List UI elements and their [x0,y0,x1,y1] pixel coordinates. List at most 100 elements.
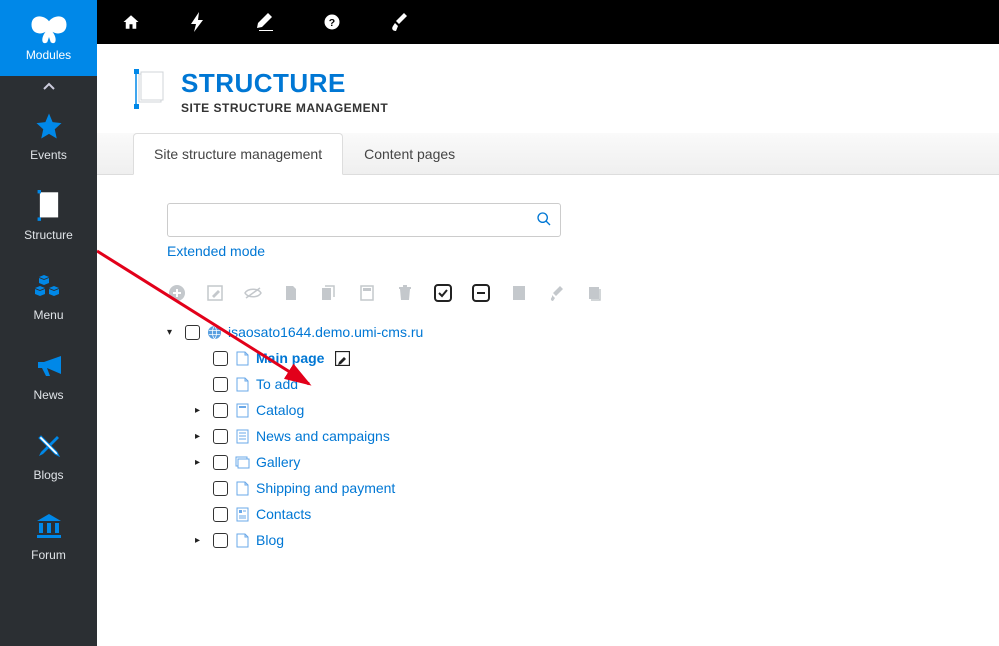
chevron-up-icon [42,81,56,91]
sidebar-item-forum[interactable]: Forum [0,496,97,576]
home-icon [122,13,140,31]
sidebar-collapse[interactable] [0,76,97,96]
globe-icon [206,324,222,340]
toolbar-delete[interactable] [395,283,415,303]
edit-icon [207,285,223,301]
tree-row: ▸ Main page [195,345,999,371]
tree-checkbox[interactable] [213,533,228,548]
tree-checkbox[interactable] [213,351,228,366]
tree-arrow[interactable]: ▸ [195,535,207,546]
sidebar-item-news[interactable]: News [0,336,97,416]
pen-icon [257,13,273,31]
topbar-edit[interactable] [231,0,298,44]
tree-item-shipping[interactable]: Shipping and payment [256,480,395,496]
copy-icon [321,285,337,301]
tree-row: ▸ Shipping and payment [195,475,999,501]
toolbar-ext2[interactable] [547,283,567,303]
bolt-icon [191,12,205,32]
tree-checkbox[interactable] [213,455,228,470]
search-box [167,203,561,237]
svg-text:?: ? [328,17,334,29]
page-subtitle: SITE STRUCTURE MANAGEMENT [181,101,388,115]
sidebar-item-label: Forum [31,548,66,562]
news-icon [234,428,250,444]
edit-inline-icon[interactable] [334,350,350,366]
plus-circle-icon [168,284,186,302]
tab-content-pages[interactable]: Content pages [343,133,476,175]
tree-row: ▸ News and campaigns [195,423,999,449]
page-title: STRUCTURE [181,68,388,99]
check-square-icon [434,284,452,302]
eye-off-icon [243,286,263,300]
tree-item-main-page[interactable]: Main page [256,350,324,366]
file-icon [284,285,298,301]
search-input[interactable] [176,212,536,228]
sidebar-header-label: Modules [26,48,71,62]
sidebar-item-label: Events [30,148,67,162]
tree-checkbox[interactable] [213,481,228,496]
content: STRUCTURE SITE STRUCTURE MANAGEMENT Site… [97,44,999,646]
minus-square-icon [472,284,490,302]
sidebar-item-label: News [33,388,63,402]
sidebar-item-blogs[interactable]: Blogs [0,416,97,496]
brush-icon [391,13,407,31]
toolbar-edit[interactable] [205,283,225,303]
search-icon[interactable] [536,211,552,230]
sidebar-item-structure[interactable]: Structure [0,176,97,256]
tree-row: ▸ To add [195,371,999,397]
toolbar [167,283,999,303]
toolbar-copy1[interactable] [281,283,301,303]
topbar-cache[interactable] [164,0,231,44]
tree-checkbox[interactable] [213,429,228,444]
sidebar-item-events[interactable]: Events [0,96,97,176]
toolbar-visibility[interactable] [243,283,263,303]
toolbar-add[interactable] [167,283,187,303]
toolbar-checkall[interactable] [433,283,453,303]
extended-mode-link[interactable]: Extended mode [167,243,999,259]
tree-checkbox[interactable] [213,377,228,392]
tree-arrow-down[interactable]: ▾ [167,327,179,338]
catalog-icon [234,402,250,418]
sidebar-modules-header[interactable]: Modules [0,0,97,76]
tree-arrow[interactable]: ▸ [195,405,207,416]
tree-checkbox[interactable] [185,325,200,340]
topbar-brush[interactable] [365,0,432,44]
tree-item-gallery[interactable]: Gallery [256,454,300,470]
tree-root-link[interactable]: isaosato1644.demo.umi-cms.ru [228,324,423,340]
toolbar-template[interactable] [357,283,377,303]
star-icon [34,110,64,142]
tree-item-to-add[interactable]: To add [256,376,298,392]
cubes-icon [34,270,64,302]
sidebar-item-menu[interactable]: Menu [0,256,97,336]
topbar-home[interactable] [97,0,164,44]
tree-item-catalog[interactable]: Catalog [256,402,304,418]
tree-checkbox[interactable] [213,403,228,418]
tree-checkbox[interactable] [213,507,228,522]
tree-item-blog[interactable]: Blog [256,532,284,548]
page-header-icon [133,68,167,110]
toolbar-copy2[interactable] [319,283,339,303]
tab-structure-management[interactable]: Site structure management [133,133,343,175]
tree-item-news[interactable]: News and campaigns [256,428,390,444]
tree-item-contacts[interactable]: Contacts [256,506,311,522]
gallery-icon [234,454,250,470]
toolbar-ext1[interactable] [509,283,529,303]
topbar: ? [97,0,999,44]
tree-root-row: ▾ isaosato1644.demo.umi-cms.ru [167,319,999,345]
contacts-icon [234,506,250,522]
page-icon [234,376,250,392]
tree-arrow[interactable]: ▸ [195,457,207,468]
file-check-icon [512,285,526,301]
stack-icon [587,285,603,301]
sidebar-item-label: Menu [33,308,63,322]
tree-arrow[interactable]: ▸ [195,431,207,442]
toolbar-uncheckall[interactable] [471,283,491,303]
trash-icon [398,285,412,301]
document-icon [35,190,63,222]
butterfly-icon [28,14,70,46]
sidebar-item-label: Blogs [33,468,63,482]
page-icon [234,532,250,548]
sidebar-item-label: Structure [24,228,73,242]
topbar-help[interactable]: ? [298,0,365,44]
toolbar-ext3[interactable] [585,283,605,303]
